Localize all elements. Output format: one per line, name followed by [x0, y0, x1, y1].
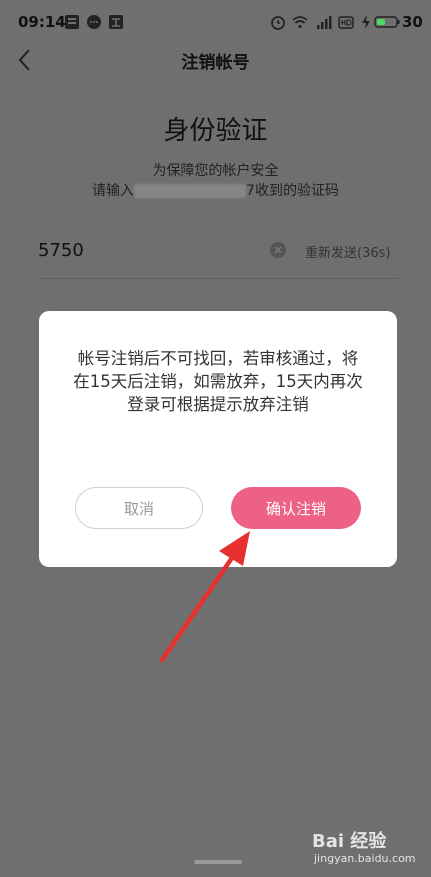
masked-phone-number — [134, 184, 247, 198]
status-time: 09:14 — [18, 13, 66, 31]
watermark-url: jingyan.baidu.com — [314, 852, 416, 865]
message-icon — [87, 15, 101, 29]
signal-icon — [317, 16, 332, 29]
verification-code-input[interactable]: 5750 — [38, 240, 84, 261]
verification-instruction: 请输入 7收到的验证码 — [0, 180, 431, 200]
confirm-dialog: 帐号注销后不可找回，若审核通过，将在15天后注销，如需放弃，15天内再次登录可根… — [39, 311, 397, 567]
verification-description: 为保障您的帐户安全 — [152, 163, 279, 179]
page-title: 注销帐号 — [181, 53, 250, 73]
resend-code-button[interactable]: 重新发送(36s) — [305, 242, 390, 261]
instruction-suffix: 7收到的验证码 — [246, 183, 339, 199]
home-indicator[interactable] — [194, 860, 242, 864]
dialog-message: 帐号注销后不可找回，若审核通过，将在15天后注销，如需放弃，15天内再次登录可根… — [73, 349, 363, 414]
confirm-deactivate-button[interactable]: 确认注销 — [231, 487, 361, 529]
app-badge-icon — [109, 15, 123, 29]
charging-icon — [362, 15, 370, 29]
hd-signal-icon — [338, 16, 354, 29]
watermark-logo: Bai 经验 — [312, 831, 387, 852]
instruction-prefix: 请输入 — [92, 183, 135, 199]
header: 注销帐号 — [0, 44, 431, 78]
alarm-icon — [271, 16, 285, 30]
clear-icon[interactable] — [270, 242, 286, 258]
wifi-icon — [292, 16, 308, 29]
app-notification-icon — [65, 15, 79, 29]
battery-icon — [374, 16, 400, 28]
verification-title: 身份验证 — [163, 116, 268, 146]
status-bar: 09:14 30 — [0, 0, 431, 44]
battery-level: 30 — [402, 13, 423, 31]
cancel-button[interactable]: 取消 — [75, 487, 203, 529]
verification-code-row: 5750 重新发送(36s) — [38, 232, 398, 279]
